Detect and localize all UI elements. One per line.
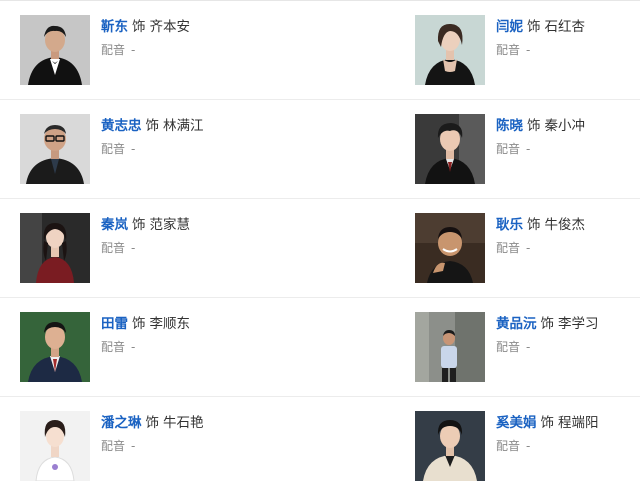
role-name: 范家慧 <box>149 217 191 233</box>
voice-label: 配音 <box>496 43 521 57</box>
as-label: 饰 <box>132 19 146 35</box>
actor-name-link[interactable]: 黄志忠 <box>101 118 142 134</box>
voice-label: 配音 <box>496 142 521 156</box>
voice-value: - <box>131 43 136 57</box>
actor-name-link[interactable]: 闫妮 <box>496 19 523 35</box>
voice-label: 配音 <box>496 241 521 255</box>
as-label: 饰 <box>540 316 555 332</box>
actor-photo[interactable] <box>415 114 485 184</box>
as-label: 饰 <box>145 415 160 431</box>
role-name: 齐本安 <box>149 19 191 35</box>
role-name: 程端阳 <box>558 415 599 431</box>
as-label: 饰 <box>132 316 146 332</box>
cast-card: 靳东饰齐本安 配音 - <box>20 15 400 85</box>
role-name: 牛石艳 <box>163 415 204 431</box>
actor-photo[interactable] <box>20 15 90 85</box>
actor-name-link[interactable]: 靳东 <box>101 19 128 35</box>
cast-card: 耿乐饰牛俊杰 配音 - <box>415 213 640 283</box>
actor-name-link[interactable]: 黄品沅 <box>496 316 537 332</box>
actor-name-link[interactable]: 田雷 <box>101 316 128 332</box>
actor-photo[interactable] <box>20 114 90 184</box>
role-name: 石红杏 <box>544 19 586 35</box>
actor-name-link[interactable]: 奚美娟 <box>496 415 537 431</box>
as-label: 饰 <box>145 118 160 134</box>
actor-photo[interactable] <box>20 411 90 481</box>
voice-value: - <box>131 439 136 453</box>
voice-label: 配音 <box>101 241 126 255</box>
cast-row: 田雷饰李顺东 配音 - 黄品沅饰李学习 配音 - <box>0 298 640 397</box>
actor-name-link[interactable]: 潘之琳 <box>101 415 142 431</box>
role-name: 李顺东 <box>149 316 191 332</box>
actor-photo[interactable] <box>415 411 485 481</box>
actor-photo[interactable] <box>415 312 485 382</box>
as-label: 饰 <box>540 415 555 431</box>
voice-value: - <box>526 241 531 255</box>
role-name: 林满江 <box>163 118 204 134</box>
voice-label: 配音 <box>101 439 126 453</box>
voice-value: - <box>526 439 531 453</box>
role-name: 李学习 <box>558 316 599 332</box>
voice-value: - <box>131 142 136 156</box>
as-label: 饰 <box>132 217 146 233</box>
cast-row: 秦岚饰范家慧 配音 - 耿乐饰牛俊杰 配音 - <box>0 199 640 298</box>
cast-card: 黄品沅饰李学习 配音 - <box>415 312 640 382</box>
voice-value: - <box>526 142 531 156</box>
actor-photo[interactable] <box>415 213 485 283</box>
voice-label: 配音 <box>101 340 126 354</box>
actor-photo[interactable] <box>20 312 90 382</box>
as-label: 饰 <box>527 217 541 233</box>
cast-row: 黄志忠饰林满江 配音 - 陈晓饰秦小冲 配音 - <box>0 100 640 199</box>
cast-card: 闫妮饰石红杏 配音 - <box>415 15 640 85</box>
voice-label: 配音 <box>496 439 521 453</box>
actor-name-link[interactable]: 秦岚 <box>101 217 128 233</box>
cast-card: 陈晓饰秦小冲 配音 - <box>415 114 640 184</box>
cast-card: 潘之琳饰牛石艳 配音 - <box>20 411 400 481</box>
as-label: 饰 <box>527 118 541 134</box>
cast-row: 潘之琳饰牛石艳 配音 - 奚美娟饰程端阳 配音 - <box>0 397 640 495</box>
voice-value: - <box>131 241 136 255</box>
cast-card: 秦岚饰范家慧 配音 - <box>20 213 400 283</box>
cast-card: 田雷饰李顺东 配音 - <box>20 312 400 382</box>
actor-photo[interactable] <box>20 213 90 283</box>
cast-row: 靳东饰齐本安 配音 - 闫妮饰石红杏 配音 - <box>0 1 640 100</box>
voice-value: - <box>526 340 531 354</box>
actor-name-link[interactable]: 耿乐 <box>496 217 523 233</box>
cast-card: 奚美娟饰程端阳 配音 - <box>415 411 640 481</box>
voice-label: 配音 <box>101 43 126 57</box>
role-name: 秦小冲 <box>544 118 586 134</box>
as-label: 饰 <box>527 19 541 35</box>
actor-name-link[interactable]: 陈晓 <box>496 118 523 134</box>
actor-photo[interactable] <box>415 15 485 85</box>
cast-card: 黄志忠饰林满江 配音 - <box>20 114 400 184</box>
voice-value: - <box>526 43 531 57</box>
cast-list: 靳东饰齐本安 配音 - 闫妮饰石红杏 配音 - 黄志忠 饰 林满江 配音 - 陈… <box>0 1 640 495</box>
voice-value: - <box>131 340 136 354</box>
voice-label: 配音 <box>496 340 521 354</box>
voice-label: 配音 <box>101 142 126 156</box>
role-name: 牛俊杰 <box>544 217 586 233</box>
